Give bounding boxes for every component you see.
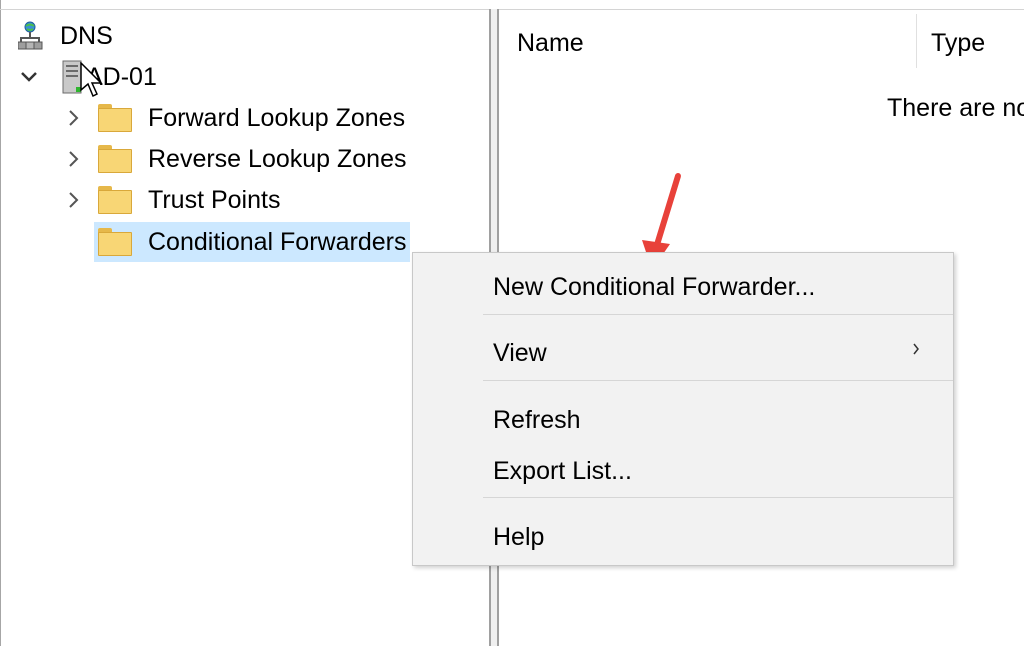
chevron-right-icon — [911, 330, 921, 376]
menu-item-help[interactable]: Help — [413, 514, 953, 560]
folder-icon — [98, 145, 132, 173]
menu-item-label: New Conditional Forwarder... — [493, 273, 816, 301]
tree-item-label: Forward Lookup Zones — [148, 104, 406, 132]
dns-network-icon — [17, 21, 46, 51]
column-separator[interactable] — [916, 14, 917, 68]
tree-item-label: Reverse Lookup Zones — [148, 145, 407, 173]
menu-item-new-conditional-forwarder[interactable]: New Conditional Forwarder... — [413, 264, 953, 310]
chevron-right-icon[interactable] — [62, 100, 84, 136]
tree-item-trust-points[interactable]: Trust Points — [62, 182, 280, 218]
tree-item-conditional-forwarders[interactable]: Conditional Forwarders — [94, 222, 411, 262]
chevron-right-icon[interactable] — [62, 182, 84, 218]
menu-item-label: Export List... — [493, 457, 632, 485]
tree-item-reverse-lookup-zones[interactable]: Reverse Lookup Zones — [62, 141, 406, 177]
menu-item-export-list[interactable]: Export List... — [413, 448, 953, 494]
menu-separator — [483, 497, 953, 498]
folder-icon — [98, 228, 132, 256]
list-header: Name Type — [499, 10, 1024, 68]
menu-separator — [483, 380, 953, 381]
menu-item-view[interactable]: View — [413, 330, 953, 376]
folder-icon — [98, 104, 132, 132]
chevron-right-icon[interactable] — [62, 141, 84, 177]
chevron-down-icon[interactable] — [18, 59, 40, 95]
tree-root-label: DNS — [60, 22, 113, 50]
empty-list-message: There are no — [887, 94, 1024, 122]
tree-item-label: Conditional Forwarders — [148, 228, 407, 256]
context-menu: New Conditional Forwarder... View Refres… — [412, 252, 954, 566]
menu-item-label: Refresh — [493, 406, 581, 434]
tree-item-label: Trust Points — [148, 186, 281, 214]
tree-item-forward-lookup-zones[interactable]: Forward Lookup Zones — [62, 100, 405, 136]
tree-root-dns[interactable]: DNS — [17, 18, 113, 54]
mouse-pointer-icon — [80, 61, 104, 105]
folder-icon — [98, 186, 132, 214]
menu-item-label: Help — [493, 523, 545, 551]
menu-separator — [483, 314, 953, 315]
column-header-type[interactable]: Type — [931, 10, 985, 68]
column-header-name[interactable]: Name — [517, 10, 584, 68]
menu-item-refresh[interactable]: Refresh — [413, 397, 953, 443]
menu-item-label: View — [493, 339, 547, 367]
